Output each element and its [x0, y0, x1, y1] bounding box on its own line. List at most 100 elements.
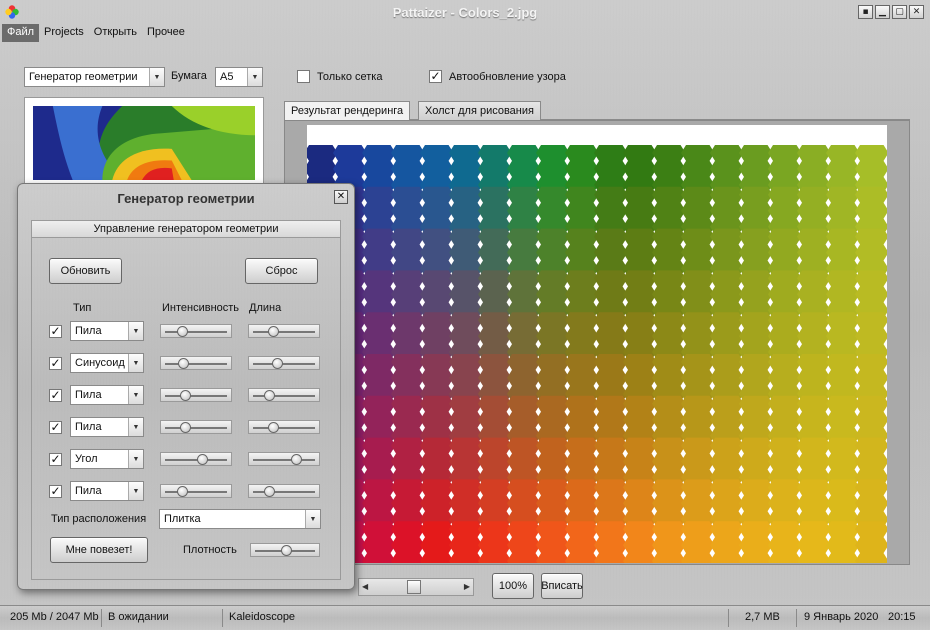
- lucky-button[interactable]: Мне повезет!: [50, 537, 148, 563]
- scroll-left-icon[interactable]: ◀: [362, 582, 368, 591]
- dialog-title[interactable]: Генератор геометрии: [18, 184, 354, 212]
- menu-open[interactable]: Открыть: [89, 24, 142, 42]
- slider-knob[interactable]: [267, 422, 279, 433]
- wave-type-select[interactable]: Угол ▼: [70, 449, 144, 469]
- length-slider[interactable]: [248, 452, 320, 466]
- slider-knob[interactable]: [179, 422, 191, 433]
- pattern-strip: [594, 521, 628, 563]
- chevron-down-icon[interactable]: ▼: [128, 386, 143, 404]
- close-icon[interactable]: ✕: [909, 5, 924, 19]
- paper-label: Бумага: [171, 70, 207, 82]
- pattern-strip: [391, 395, 425, 444]
- length-slider[interactable]: [248, 420, 320, 434]
- pattern-strip: [362, 479, 396, 528]
- maximize-icon[interactable]: ▢: [892, 5, 907, 19]
- intensity-slider[interactable]: [160, 420, 232, 434]
- intensity-slider[interactable]: [160, 324, 232, 338]
- fit-button[interactable]: Вписать: [541, 573, 583, 599]
- pattern-strip: [420, 270, 454, 319]
- length-slider[interactable]: [248, 388, 320, 402]
- slider-knob[interactable]: [179, 390, 191, 401]
- pattern-strip: [391, 521, 425, 563]
- chevron-down-icon[interactable]: ▼: [128, 450, 143, 468]
- zoom-scrollbar[interactable]: ◀ ▶: [358, 578, 474, 596]
- title-bar[interactable]: Pattaizer - Colors_2.jpg ▪ ▁ ▢ ✕: [0, 0, 930, 24]
- pattern-strip: [855, 354, 887, 402]
- intensity-slider[interactable]: [160, 484, 232, 498]
- row-enable-checkbox[interactable]: ✓: [49, 453, 62, 466]
- pattern-strip: [507, 395, 541, 444]
- menu-other[interactable]: Прочее: [142, 24, 190, 42]
- slider-knob[interactable]: [178, 358, 190, 369]
- row-enable-checkbox[interactable]: ✓: [49, 357, 62, 370]
- scroll-right-icon[interactable]: ▶: [464, 582, 470, 591]
- row-enable-checkbox[interactable]: ✓: [49, 421, 62, 434]
- refresh-button[interactable]: Обновить: [49, 258, 122, 284]
- slider-knob[interactable]: [291, 454, 303, 465]
- restore-icon[interactable]: ▪: [858, 5, 873, 19]
- chevron-down-icon[interactable]: ▼: [128, 354, 143, 372]
- tab-render-result[interactable]: Результат рендеринга: [284, 101, 411, 121]
- pattern-strip: [652, 395, 686, 444]
- slider-knob[interactable]: [267, 326, 279, 337]
- slider-knob[interactable]: [196, 454, 208, 465]
- wave-type-select[interactable]: Синусоид ▼: [70, 353, 144, 373]
- type-column-header: Тип: [73, 302, 92, 314]
- tab-drawing-canvas[interactable]: Холст для рисования: [418, 101, 541, 120]
- slider-track: [253, 427, 315, 429]
- reset-button[interactable]: Сброс: [245, 258, 318, 284]
- intensity-slider[interactable]: [160, 388, 232, 402]
- slider-knob[interactable]: [280, 545, 292, 556]
- slider-knob[interactable]: [176, 486, 188, 497]
- chevron-down-icon[interactable]: ▼: [128, 418, 143, 436]
- chevron-down-icon[interactable]: ▼: [305, 510, 320, 528]
- pattern-strip: [797, 521, 831, 563]
- row-enable-checkbox[interactable]: ✓: [49, 325, 62, 338]
- slider-knob[interactable]: [263, 390, 275, 401]
- wave-type-select[interactable]: Пила ▼: [70, 417, 144, 437]
- pattern-strip: [536, 145, 570, 193]
- chevron-down-icon[interactable]: ▼: [128, 482, 143, 500]
- length-slider[interactable]: [248, 484, 320, 498]
- pattern-strip: [710, 437, 744, 486]
- minimize-icon[interactable]: ▁: [875, 5, 890, 19]
- density-slider[interactable]: [250, 543, 320, 557]
- chevron-down-icon[interactable]: ▼: [128, 322, 143, 340]
- paper-select[interactable]: А5 ▼: [215, 67, 263, 87]
- render-area[interactable]: [284, 120, 910, 565]
- slider-knob[interactable]: [176, 326, 188, 337]
- wave-type-select[interactable]: Пила ▼: [70, 481, 144, 501]
- pattern-strip: [826, 437, 860, 486]
- pattern-strip: [768, 437, 802, 486]
- slider-knob[interactable]: [263, 486, 275, 497]
- length-slider[interactable]: [248, 356, 320, 370]
- generator-select[interactable]: Генератор геометрии ▼: [24, 67, 165, 87]
- row-enable-checkbox[interactable]: ✓: [49, 389, 62, 402]
- wave-type-select[interactable]: Пила ▼: [70, 385, 144, 405]
- menu-file[interactable]: Файл: [2, 24, 40, 42]
- auto-update-checkbox[interactable]: ✓: [429, 70, 442, 83]
- zoom-scroll-thumb[interactable]: [407, 580, 421, 594]
- rendered-pattern[interactable]: [307, 125, 887, 563]
- pattern-strip: [652, 354, 686, 402]
- pattern-strip: [362, 228, 396, 277]
- layout-type-select[interactable]: Плитка ▼: [159, 509, 321, 529]
- pattern-strip: [391, 354, 425, 402]
- slider-knob[interactable]: [271, 358, 283, 369]
- pattern-strip: [681, 186, 715, 235]
- pattern-strip: [536, 521, 570, 563]
- pattern-strip: [623, 312, 657, 360]
- chevron-down-icon[interactable]: ▼: [149, 68, 164, 86]
- pattern-strip: [623, 354, 657, 402]
- row-enable-checkbox[interactable]: ✓: [49, 485, 62, 498]
- grid-only-checkbox[interactable]: [297, 70, 310, 83]
- chevron-down-icon[interactable]: ▼: [247, 68, 262, 86]
- menu-projects[interactable]: Projects: [39, 24, 89, 42]
- dialog-close-icon[interactable]: ✕: [334, 190, 348, 204]
- intensity-slider[interactable]: [160, 356, 232, 370]
- zoom-100-button[interactable]: 100%: [492, 573, 534, 599]
- length-slider[interactable]: [248, 324, 320, 338]
- pattern-strip: [681, 479, 715, 528]
- intensity-slider[interactable]: [160, 452, 232, 466]
- wave-type-select[interactable]: Пила ▼: [70, 321, 144, 341]
